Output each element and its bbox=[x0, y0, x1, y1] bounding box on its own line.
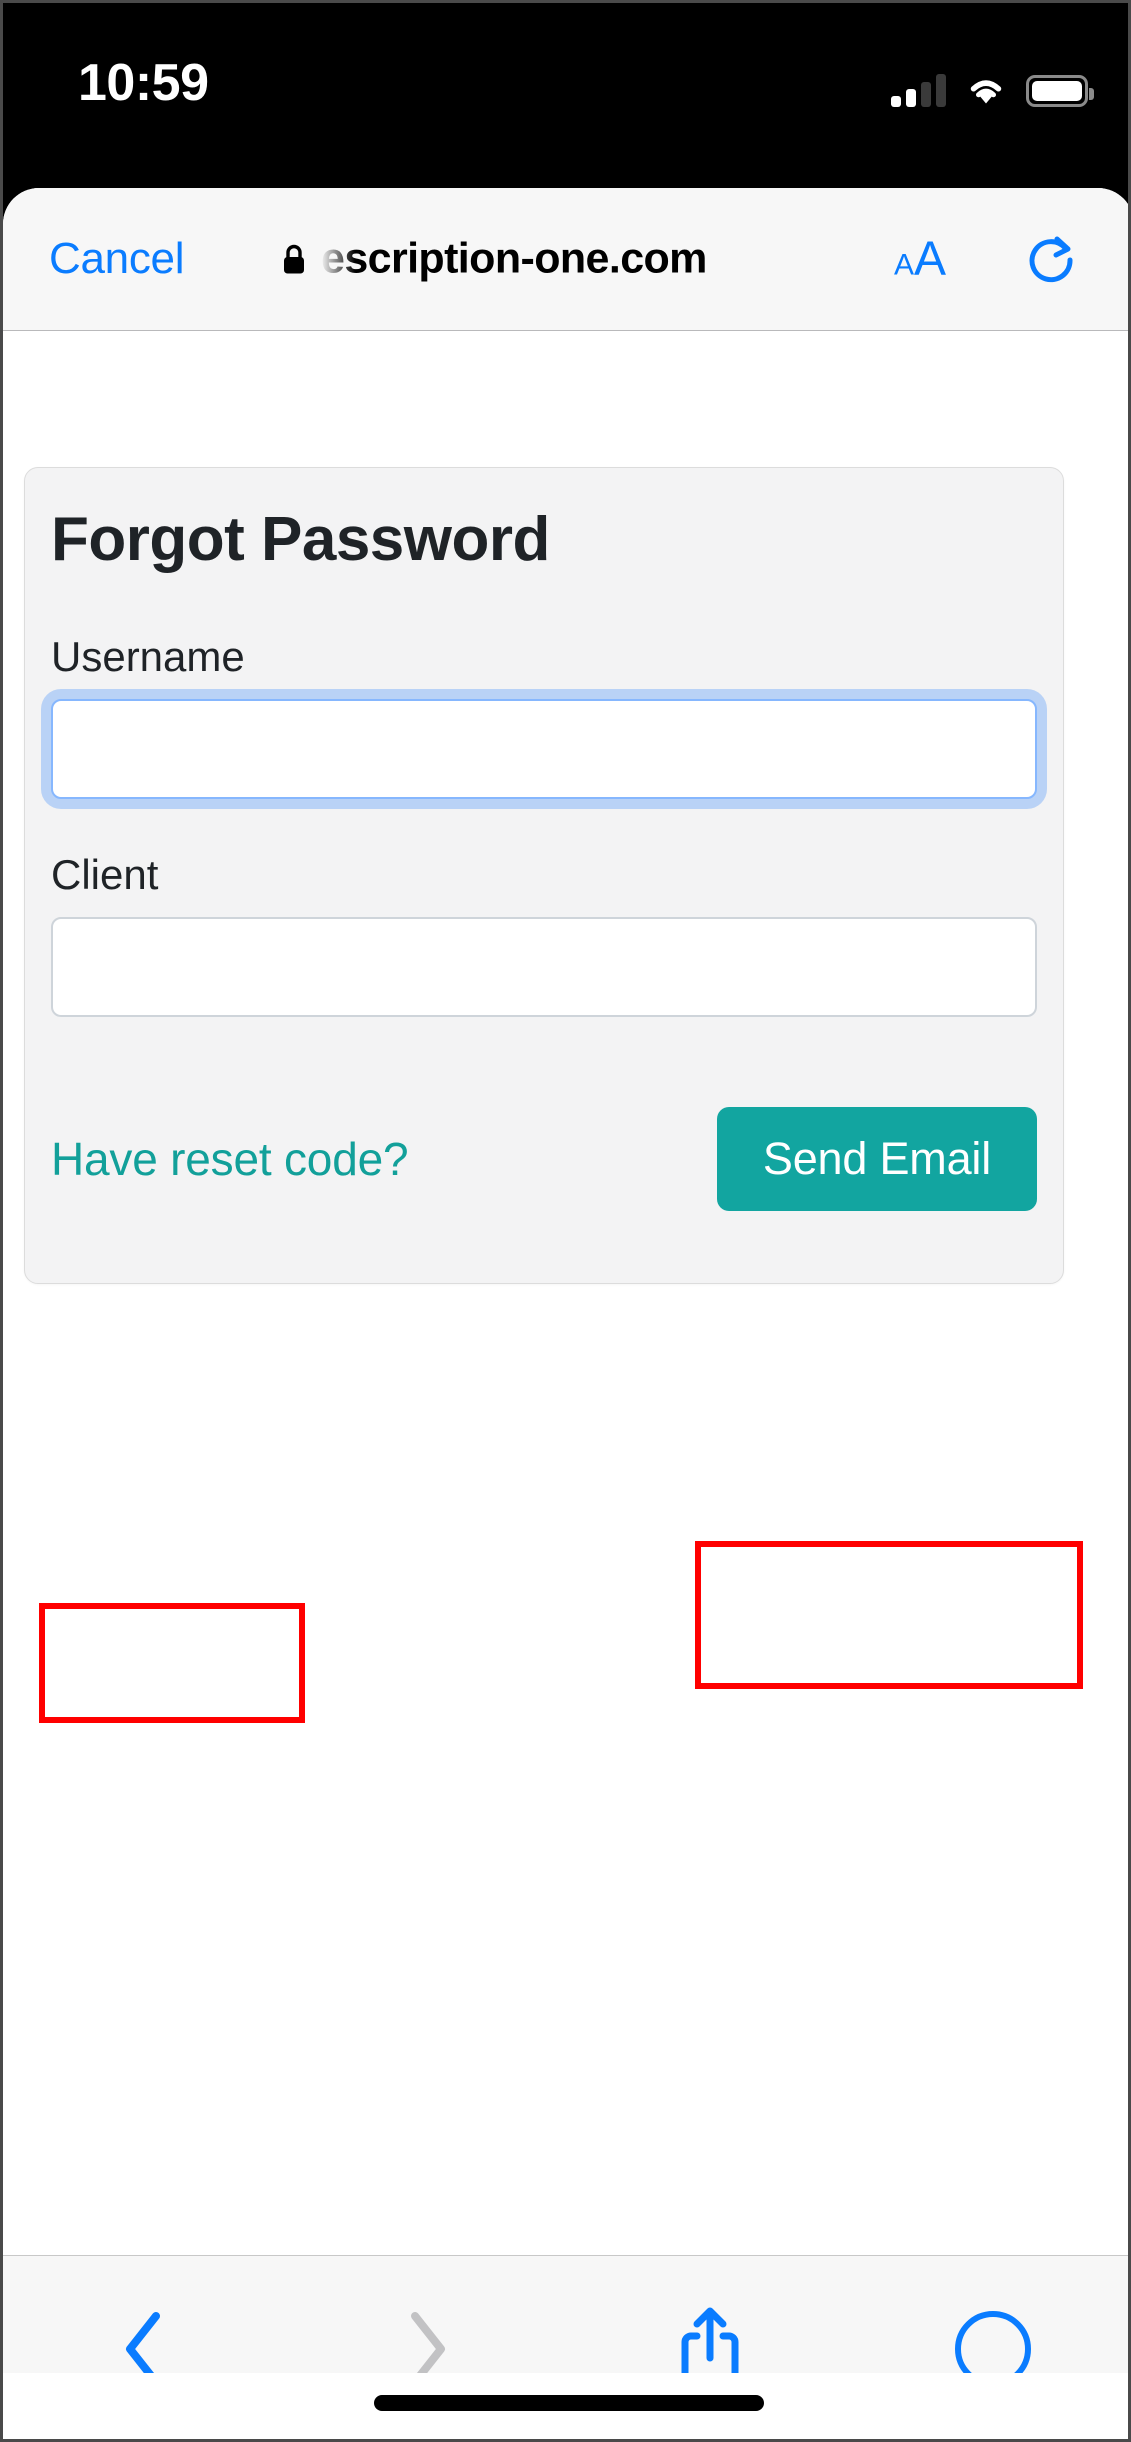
cellular-signal-icon bbox=[891, 73, 946, 107]
home-indicator[interactable] bbox=[373, 2395, 764, 2411]
send-email-button[interactable]: Send Email bbox=[716, 1107, 1037, 1211]
web-page-content: Forgot Password Username Client Have res… bbox=[3, 331, 1128, 2255]
wifi-icon bbox=[970, 80, 1002, 104]
have-reset-code-highlight bbox=[39, 1603, 305, 1723]
username-field-group: Username bbox=[51, 633, 1037, 799]
text-size-small-a: A bbox=[893, 248, 914, 282]
cancel-button[interactable]: Cancel bbox=[49, 234, 184, 284]
username-input[interactable] bbox=[51, 699, 1037, 799]
forgot-password-card: Forgot Password Username Client Have res… bbox=[24, 467, 1064, 1284]
text-size-button[interactable]: AA bbox=[894, 232, 946, 287]
have-reset-code-link[interactable]: Have reset code? bbox=[51, 1132, 409, 1186]
text-size-large-a: A bbox=[913, 232, 946, 286]
address-bar[interactable]: escription-one.com bbox=[281, 235, 707, 284]
username-label: Username bbox=[51, 633, 245, 680]
form-action-row: Have reset code? Send Email bbox=[51, 1079, 1037, 1239]
client-input[interactable] bbox=[51, 917, 1037, 1017]
status-bar-indicators bbox=[891, 61, 1094, 107]
status-bar-time: 10:59 bbox=[78, 54, 209, 112]
home-indicator-area bbox=[3, 2373, 1128, 2439]
battery-icon bbox=[1026, 75, 1094, 107]
status-bar: 10:59 bbox=[3, 3, 1128, 188]
client-label: Client bbox=[51, 851, 159, 898]
client-field-group: Client bbox=[51, 851, 1037, 1017]
safari-modal-sheet: Cancel escription-one.com AA Forgot Pass… bbox=[3, 188, 1128, 2439]
iphone-device-frame: 10:59 Cancel escription-one.com A A Forg… bbox=[0, 0, 1131, 2442]
safari-top-bar: Cancel escription-one.com AA bbox=[3, 188, 1128, 331]
reload-icon[interactable] bbox=[1026, 233, 1078, 285]
lock-icon bbox=[284, 244, 304, 273]
page-title: Forgot Password bbox=[51, 505, 550, 574]
url-text: escription-one.com bbox=[321, 234, 707, 283]
send-email-highlight bbox=[695, 1541, 1083, 1689]
